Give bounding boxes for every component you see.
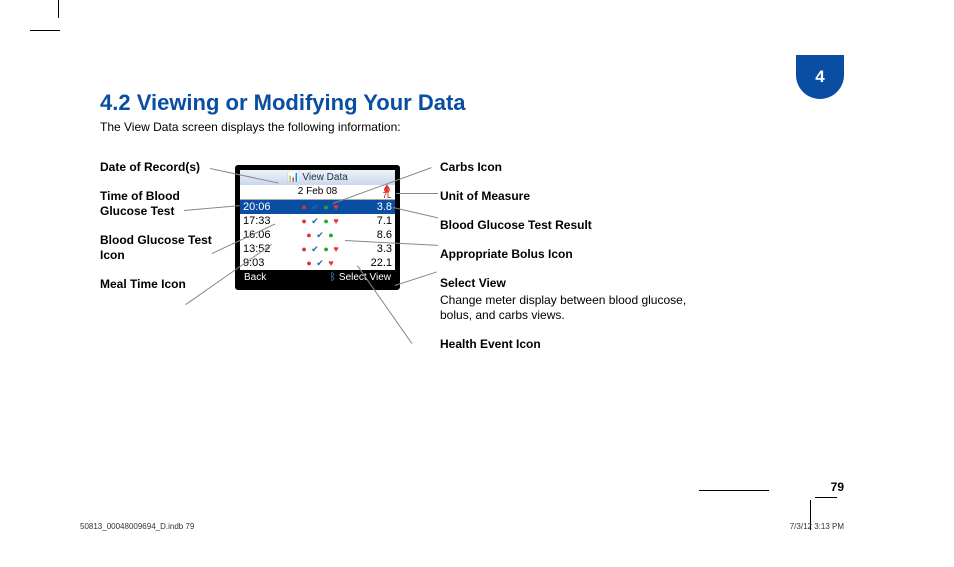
callouts-left: Date of Record(s) Time of Blood Glucose … [100, 160, 230, 306]
footer-filename: 50813_00048009694_D.indb 79 [80, 522, 194, 531]
crop-mark [30, 30, 60, 31]
page-number: 79 [831, 480, 844, 494]
intro-text: The View Data screen displays the follow… [100, 120, 401, 134]
footer-timestamp: 7/3/12 3:13 PM [790, 522, 844, 531]
bluetooth-icon: ᛒ [330, 272, 336, 283]
callout-bg-result: Blood Glucose Test Result [440, 218, 700, 233]
meter-row-value: 7.1 [366, 214, 392, 228]
meter-row-value: 8.6 [366, 228, 392, 242]
meter-row: 20:06 3.8 [240, 200, 395, 214]
meter-uom-label: 🩸7L [382, 185, 392, 199]
leader-line [395, 271, 437, 286]
meter-footer-back: Back [244, 270, 266, 285]
callout-carbs-icon: Carbs Icon [440, 160, 700, 175]
meter-row: 17:33 7.1 [240, 214, 395, 228]
leader-line [396, 193, 438, 195]
page-number-rule [699, 490, 769, 491]
callout-bg-test-icon: Blood Glucose Test Icon [100, 233, 230, 263]
meter-footer-select: ᛒSelect View [327, 270, 391, 285]
meter-screenshot: 📊 View Data 2 Feb 08 🩸7L 20:06 3.8 17:33… [235, 165, 400, 290]
callout-unit-of-measure: Unit of Measure [440, 189, 700, 204]
meter-row-time: 20:06 [243, 200, 275, 214]
callout-time-of-test: Time of Blood Glucose Test [100, 189, 230, 219]
section-heading: 4.2 Viewing or Modifying Your Data [100, 90, 466, 116]
callout-select-view-desc: Change meter display between blood gluco… [440, 293, 700, 323]
callout-meal-time-icon: Meal Time Icon [100, 277, 230, 292]
callouts-right: Carbs Icon Unit of Measure Blood Glucose… [440, 160, 700, 366]
meter-row-icons [275, 242, 366, 256]
meter-date-text: 2 Feb 08 [298, 186, 337, 197]
meter-row-icons [275, 214, 366, 228]
callout-bolus-icon: Appropriate Bolus Icon [440, 247, 700, 262]
meter-row-time: 9:03 [243, 256, 275, 270]
meter-footer: Back ᛒSelect View [240, 270, 395, 285]
meter-row-value: 22.1 [366, 256, 392, 270]
crop-mark [58, 0, 59, 18]
chapter-index-tab: 4 [796, 55, 844, 99]
meter-row-icons [275, 200, 366, 214]
callout-select-view: Select View Change meter display between… [440, 276, 700, 323]
meter-row-icons [275, 256, 366, 270]
callout-select-view-title: Select View [440, 276, 506, 290]
meter-date-row: 2 Feb 08 🩸7L [240, 185, 395, 200]
meter-title-bar: 📊 View Data [240, 170, 395, 185]
callout-health-event-icon: Health Event Icon [440, 337, 700, 352]
meter-row-value: 3.8 [366, 200, 392, 214]
crop-mark [815, 497, 837, 498]
meter-row: 9:03 22.1 [240, 256, 395, 270]
meter-title-text: View Data [302, 172, 347, 183]
